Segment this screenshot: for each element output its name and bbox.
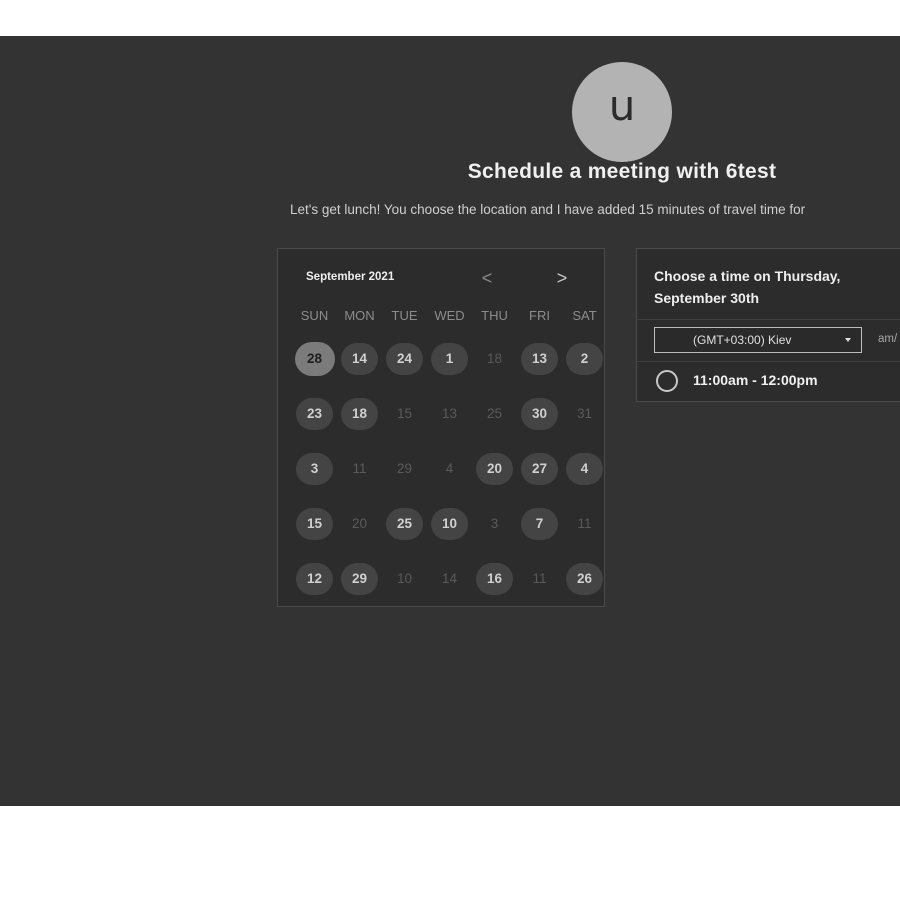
event-description: Let's get lunch! You choose the location… — [290, 202, 806, 217]
avatar-initial: u — [608, 81, 636, 130]
calendar-cell: 29 — [382, 441, 427, 496]
calendar-day: 29 — [396, 461, 413, 476]
calendar-day: 11 — [352, 461, 367, 476]
calendar-cell: 26 — [562, 551, 607, 606]
chevron-right-icon[interactable]: > — [550, 266, 574, 290]
calendar-cell: 15 — [382, 386, 427, 441]
calendar-day[interactable]: 4 — [566, 452, 603, 485]
calendar-cell: 18 — [337, 386, 382, 441]
calendar-cell: 23 — [292, 386, 337, 441]
weekday-header: SUN — [300, 308, 329, 323]
calendar-day: 25 — [486, 406, 503, 421]
calendar-cell: 20 — [337, 496, 382, 551]
chevron-left-icon[interactable]: < — [475, 266, 499, 290]
scheduling-page: u Schedule a meeting with 6test Let's ge… — [0, 36, 900, 806]
calendar-cell: 28 — [292, 331, 337, 386]
calendar-day[interactable]: 23 — [296, 397, 333, 430]
calendar-cell: 4 — [427, 441, 472, 496]
calendar-day[interactable]: 25 — [386, 507, 423, 540]
calendar-day: 3 — [490, 516, 499, 531]
calendar-day[interactable]: 2 — [566, 342, 603, 375]
calendar-day: 10 — [396, 571, 413, 586]
calendar-day[interactable]: 26 — [566, 562, 603, 595]
calendar-cell: 4 — [562, 441, 607, 496]
time-picker-heading: Choose a time on Thursday, September 30t… — [654, 268, 841, 306]
calendar-cell: 30 — [517, 386, 562, 441]
weekday-header: MON — [344, 308, 375, 323]
calendar-cell: 13 — [517, 331, 562, 386]
calendar-day[interactable]: 7 — [521, 507, 558, 540]
calendar-day: 14 — [441, 571, 458, 586]
time-format-toggle[interactable]: am/ — [878, 333, 897, 345]
calendar-cell: 10 — [427, 496, 472, 551]
calendar-cell: 16 — [472, 551, 517, 606]
calendar-cell: 3 — [472, 496, 517, 551]
calendar-cell: 11 — [337, 441, 382, 496]
weekday-header: FRI — [529, 308, 550, 323]
calendar-day[interactable]: 20 — [476, 452, 513, 485]
calendar-cell: 25 — [382, 496, 427, 551]
calendar-day[interactable]: 27 — [521, 452, 558, 485]
weekday-header: WED — [434, 308, 465, 323]
calendar-cell: 24 — [382, 331, 427, 386]
radio-icon[interactable] — [656, 370, 678, 392]
page-title: Schedule a meeting with 6test — [467, 160, 777, 183]
calendar-day[interactable]: 10 — [431, 507, 468, 540]
calendar-day[interactable]: 1 — [431, 342, 468, 375]
calendar-cell: 31 — [562, 386, 607, 441]
calendar-cell: 25 — [472, 386, 517, 441]
calendar-day: 11 — [532, 571, 547, 586]
calendar-cell: 13 — [427, 386, 472, 441]
calendar-cell: 18 — [472, 331, 517, 386]
calendar-day[interactable]: 18 — [341, 397, 378, 430]
calendar-month-label: September 2021 — [306, 271, 395, 283]
calendar-cell: 7 — [517, 496, 562, 551]
calendar-cell: 20 — [472, 441, 517, 496]
calendar-day[interactable]: 16 — [476, 562, 513, 595]
timezone-value: (GMT+03:00) Kiev — [693, 333, 792, 347]
weekday-header: THU — [481, 308, 508, 323]
calendar-day[interactable]: 24 — [386, 342, 423, 375]
calendar-cell: 10 — [382, 551, 427, 606]
calendar-cell: 27 — [517, 441, 562, 496]
calendar-cell: 15 — [292, 496, 337, 551]
calendar-day[interactable]: 30 — [521, 397, 558, 430]
calendar-day: 20 — [351, 516, 368, 531]
calendar-day: 31 — [576, 406, 593, 421]
calendar-day[interactable]: 14 — [341, 342, 378, 375]
calendar-cell: 3 — [292, 441, 337, 496]
calendar-cell: 14 — [337, 331, 382, 386]
selected-calendar-day[interactable]: 28 — [294, 341, 335, 376]
weekday-header: TUE — [391, 308, 418, 323]
calendar-cell: 11 — [562, 496, 607, 551]
timezone-select[interactable]: (GMT+03:00) Kiev — [654, 327, 862, 353]
divider — [637, 319, 900, 320]
calendar-cell: 29 — [337, 551, 382, 606]
time-slot[interactable]: 11:00am - 12:00pm — [637, 362, 900, 400]
calendar-day[interactable]: 15 — [296, 507, 333, 540]
calendar-cell: 2 — [562, 331, 607, 386]
calendar-cell: 14 — [427, 551, 472, 606]
calendar-cell: 11 — [517, 551, 562, 606]
calendar-day[interactable]: 13 — [521, 342, 558, 375]
calendar-day[interactable]: 29 — [341, 562, 378, 595]
calendar: September 2021 < > SUN MON TUE WED THU FRI SAT… — [277, 248, 605, 607]
calendar-cell: 1 — [427, 331, 472, 386]
calendar-day[interactable]: 3 — [296, 452, 333, 485]
calendar-cell: 12 — [292, 551, 337, 606]
calendar-grid: SUN MON TUE WED THU FRI SAT 28 14 24 1 18 13 2 23 18 15 1… — [292, 307, 606, 606]
calendar-day[interactable]: 12 — [296, 562, 333, 595]
calendar-day: 18 — [486, 351, 503, 366]
calendar-day: 11 — [577, 516, 592, 531]
time-slot-label: 11:00am - 12:00pm — [693, 372, 818, 388]
host-avatar: u — [572, 62, 672, 162]
calendar-day: 13 — [441, 406, 458, 421]
time-picker-panel: Choose a time on Thursday, September 30t… — [636, 248, 900, 402]
calendar-day: 15 — [396, 406, 413, 421]
weekday-header: SAT — [572, 308, 597, 323]
calendar-day: 4 — [445, 461, 454, 476]
caret-down-icon — [845, 338, 851, 342]
